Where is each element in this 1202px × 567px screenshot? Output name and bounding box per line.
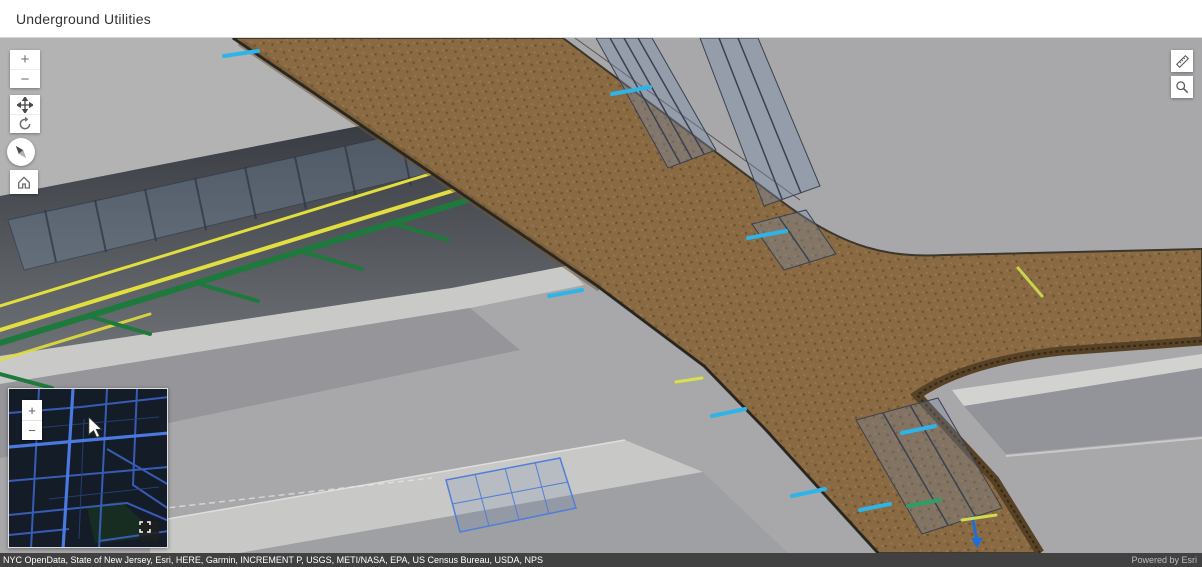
navigation-toggle-widget: [10, 95, 40, 133]
search-tool-button[interactable]: [1171, 76, 1193, 98]
app-window: Underground Utilities + − + − NYC OpenDa…: [0, 0, 1202, 567]
app-header: Underground Utilities: [0, 0, 1202, 38]
rotate-icon: [19, 116, 31, 130]
minimap-expand-button[interactable]: [139, 521, 159, 541]
pan-mode-button[interactable]: [10, 95, 40, 114]
compass-needle-icon: [15, 145, 27, 159]
minimap-zoom-out-button[interactable]: −: [22, 420, 42, 440]
plus-icon: +: [20, 51, 30, 68]
scene-canvas[interactable]: [0, 38, 1202, 553]
page-title: Underground Utilities: [16, 10, 151, 27]
overview-minimap[interactable]: + −: [8, 388, 168, 548]
attribution-sources: NYC OpenData, State of New Jersey, Esri,…: [3, 555, 543, 565]
search-icon: [1176, 81, 1189, 94]
home-icon: [18, 176, 30, 189]
minimap-zoom-in-button[interactable]: +: [22, 400, 42, 420]
measure-ruler-icon: [1175, 54, 1189, 68]
home-button[interactable]: [10, 170, 38, 194]
pan-icon: [17, 96, 33, 113]
powered-by-esri[interactable]: Powered by Esri: [1131, 555, 1202, 565]
rotate-mode-button[interactable]: [10, 114, 40, 133]
minimap-zoom-widget: + −: [22, 400, 42, 440]
zoom-in-button[interactable]: +: [10, 50, 40, 69]
measure-tool-button[interactable]: [1171, 50, 1193, 72]
scene-view[interactable]: + − + − NYC OpenData, State of New Jerse…: [0, 38, 1202, 567]
expand-icon: [139, 521, 151, 533]
zoom-widget: + −: [10, 50, 40, 88]
minus-icon: −: [20, 70, 30, 88]
zoom-out-button[interactable]: −: [10, 69, 40, 88]
compass-button[interactable]: [7, 138, 35, 166]
attribution-bar: NYC OpenData, State of New Jersey, Esri,…: [0, 553, 1202, 567]
